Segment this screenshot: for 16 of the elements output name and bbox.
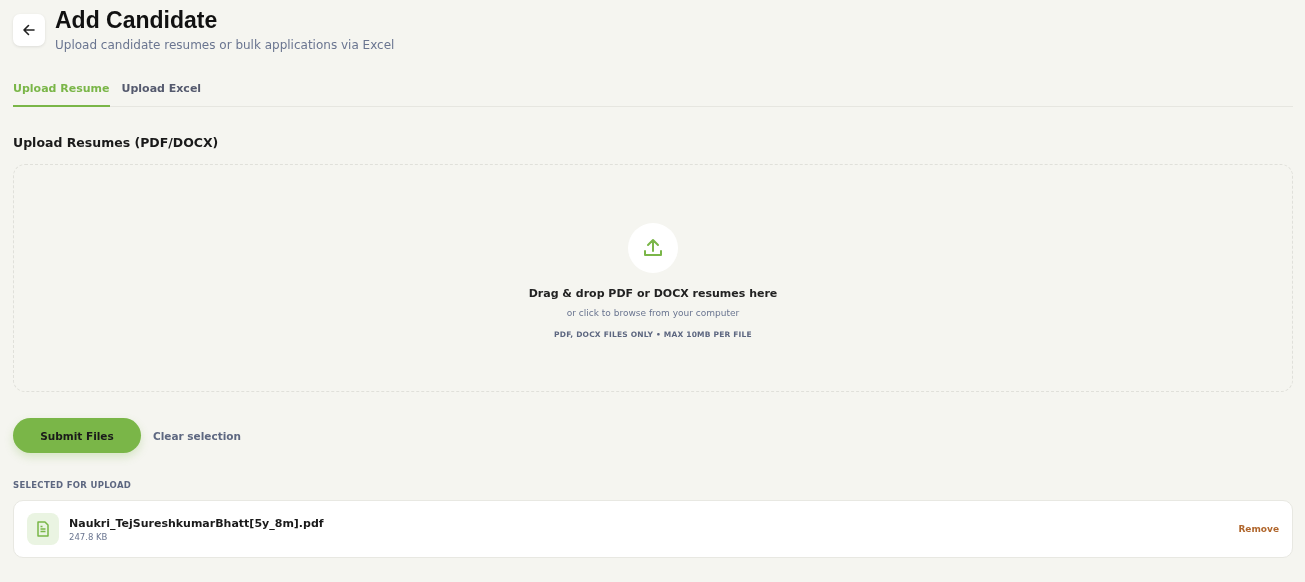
selected-files-label: SELECTED FOR UPLOAD	[13, 480, 133, 490]
dropzone-title: Drag & drop PDF or DOCX resumes here	[528, 287, 778, 300]
file-size: 247.8 KB	[69, 531, 109, 542]
upload-icon	[628, 223, 678, 273]
back-arrow-icon	[22, 23, 36, 37]
tab[interactable]: Upload Excel	[121, 78, 202, 107]
dropzone-hint: or click to browse from your computer	[566, 308, 740, 318]
document-icon	[27, 513, 59, 545]
page-title: Add Candidate	[55, 6, 219, 34]
submit-button[interactable]: Submit Files	[13, 418, 141, 453]
back-button[interactable]	[13, 14, 45, 46]
section-label: Upload Resumes (PDF/DOCX)	[13, 135, 220, 150]
file-name: Naukri_TejSureshkumarBhatt[5y_8m].pdf	[69, 516, 325, 530]
clear-selection-link[interactable]: Clear selection	[153, 429, 241, 442]
page-subtitle: Upload candidate resumes or bulk applications via Excel	[55, 38, 395, 52]
remove-link[interactable]: Remove	[1238, 524, 1279, 534]
